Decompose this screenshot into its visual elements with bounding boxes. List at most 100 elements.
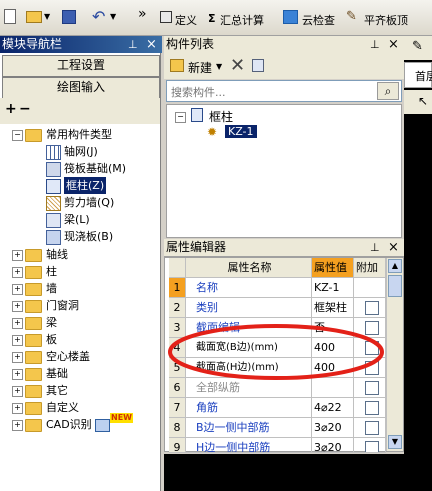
row-value[interactable]: 3⌀20 <box>312 418 354 437</box>
expand-icon[interactable]: + <box>12 318 23 329</box>
tree-root-common[interactable]: − 常用构件类型 <box>12 126 160 143</box>
tree-group-axis[interactable]: + 轴线 <box>12 246 160 263</box>
define-button[interactable]: 定义 <box>175 12 197 28</box>
tree-item-axis-grid[interactable]: 轴网(J) <box>46 143 160 160</box>
property-row[interactable]: 7 角筋 4⌀22 <box>169 398 386 418</box>
property-row[interactable]: 8 B边一侧中部筋 3⌀20 <box>169 418 386 438</box>
delete-icon[interactable]: ✕ <box>230 55 245 76</box>
expand-icon[interactable]: + <box>12 403 23 414</box>
pin-icon[interactable]: ⊥ <box>370 36 380 53</box>
project-settings-button[interactable]: 工程设置 <box>2 55 160 77</box>
row-value[interactable]: 3⌀20 <box>312 438 354 452</box>
open-dropdown-icon[interactable]: ▼ <box>44 12 50 21</box>
new-dropdown-icon[interactable]: ▼ <box>216 62 222 71</box>
tree-item-beam[interactable]: 梁(L) <box>46 211 160 228</box>
slab-icon <box>46 230 61 245</box>
tree-item-slab[interactable]: 现浇板(B) <box>46 228 160 245</box>
draw-input-button[interactable]: 绘图输入 <box>2 77 160 99</box>
flat-top-button[interactable]: 平齐板顶 <box>364 12 408 28</box>
row-num: 7 <box>169 398 186 417</box>
expand-icon[interactable]: + <box>12 369 23 380</box>
folder-icon <box>25 249 42 262</box>
folder-icon <box>25 419 42 432</box>
new-component-icon[interactable] <box>170 59 184 72</box>
tree-item-shear-wall[interactable]: 剪力墙(Q) <box>46 194 160 211</box>
tree-group-label: 梁 <box>46 316 57 329</box>
expand-all-icon[interactable]: + <box>5 101 17 117</box>
attach-checkbox[interactable] <box>365 441 379 452</box>
nav-title: 模块导航栏 <box>2 37 63 51</box>
select-arrow-icon[interactable]: ↖ <box>418 94 428 108</box>
pin-icon[interactable]: ⊥ <box>370 239 380 256</box>
attach-checkbox[interactable] <box>365 401 379 415</box>
tree-toolbar: + − <box>0 98 160 124</box>
component-item-kz1[interactable]: KZ-1 <box>225 125 257 138</box>
close-icon[interactable]: × <box>146 36 157 53</box>
folder-icon <box>25 368 42 381</box>
column-icon <box>46 179 61 194</box>
tree-group-openings[interactable]: + 门窗洞 <box>12 297 160 314</box>
calc-button[interactable]: 汇总计算 <box>220 12 264 28</box>
tree-root-label: 常用构件类型 <box>46 128 112 141</box>
tree-group-beam[interactable]: + 梁 <box>12 314 160 331</box>
canvas-toolbar: ✎ <box>404 36 432 60</box>
toolbar-overflow[interactable]: » <box>138 6 147 22</box>
attach-checkbox[interactable] <box>365 301 379 315</box>
pencil-icon[interactable]: ✎ <box>412 39 423 54</box>
attach-checkbox[interactable] <box>365 421 379 435</box>
nav-title-bar: 模块导航栏 ⊥ × <box>0 36 162 53</box>
new-component-button[interactable]: 新建 <box>188 59 212 76</box>
tree-item-label: 现浇板(B) <box>64 230 114 243</box>
expand-icon[interactable]: + <box>12 267 23 278</box>
tree-group-wall[interactable]: + 墙 <box>12 280 160 297</box>
tree-group-slab[interactable]: + 板 <box>12 331 160 348</box>
folder-icon <box>25 300 42 313</box>
expand-icon[interactable]: + <box>12 386 23 397</box>
collapse-all-icon[interactable]: − <box>19 101 31 117</box>
scroll-down-icon[interactable]: ▼ <box>388 435 402 449</box>
expand-icon[interactable]: + <box>12 301 23 312</box>
collapse-icon[interactable]: − <box>175 112 186 123</box>
search-icon[interactable]: ⌕ <box>377 82 399 100</box>
expand-icon[interactable]: + <box>12 250 23 261</box>
property-editor-title-bar: 属性编辑器 ⊥ × <box>164 239 406 257</box>
property-row[interactable]: 1 名称 KZ-1 <box>169 278 386 298</box>
tree-group-hollow-floor[interactable]: + 空心楼盖 <box>12 348 160 365</box>
copy-icon[interactable] <box>252 59 264 72</box>
column-icon <box>191 108 203 122</box>
tree-group-other[interactable]: + 其它 <box>12 382 160 399</box>
tree-item-raft[interactable]: 筏板基础(M) <box>46 160 160 177</box>
tree-group-column[interactable]: + 柱 <box>12 263 160 280</box>
tree-group-cad[interactable]: + CAD识别 NEW <box>12 413 160 433</box>
pin-icon[interactable]: ⊥ <box>128 36 138 53</box>
component-tree-root[interactable]: 框柱 <box>209 108 233 125</box>
tree-group-label: 空心楼盖 <box>46 350 90 363</box>
open-folder-icon[interactable] <box>26 11 42 23</box>
undo-dropdown-icon[interactable]: ▼ <box>110 12 116 21</box>
scroll-up-icon[interactable]: ▲ <box>388 259 402 273</box>
row-value[interactable]: 4⌀22 <box>312 398 354 417</box>
new-file-icon[interactable] <box>4 9 16 24</box>
property-editor-title: 属性编辑器 <box>166 240 227 254</box>
drawing-canvas-strip[interactable]: ✎ 首层 ↖ <box>404 36 432 491</box>
scroll-thumb[interactable] <box>388 275 402 297</box>
expand-icon[interactable]: + <box>12 284 23 295</box>
tree-group-foundation[interactable]: + 基础 <box>12 365 160 382</box>
property-row[interactable]: 9 H边一侧中部筋 3⌀20 <box>169 438 386 453</box>
expand-icon[interactable]: + <box>12 352 23 363</box>
collapse-icon[interactable]: − <box>12 130 23 141</box>
floor-tab[interactable]: 首层 <box>404 62 432 88</box>
close-icon[interactable]: × <box>388 36 399 53</box>
tree-group-custom[interactable]: + 自定义 <box>12 399 160 416</box>
expand-icon[interactable]: + <box>12 335 23 346</box>
save-icon[interactable] <box>62 10 76 24</box>
undo-icon[interactable]: ↶ <box>92 7 105 26</box>
tree-item-frame-column[interactable]: 框柱(Z) <box>46 177 160 194</box>
expand-icon[interactable]: + <box>12 420 23 431</box>
row-value[interactable]: KZ-1 <box>312 278 354 297</box>
folder-icon <box>25 334 42 347</box>
close-icon[interactable]: × <box>388 239 399 256</box>
tree-group-label: CAD识别 <box>46 418 92 431</box>
cloud-check-button[interactable]: 云检查 <box>302 12 335 28</box>
component-search-input[interactable] <box>169 83 378 101</box>
